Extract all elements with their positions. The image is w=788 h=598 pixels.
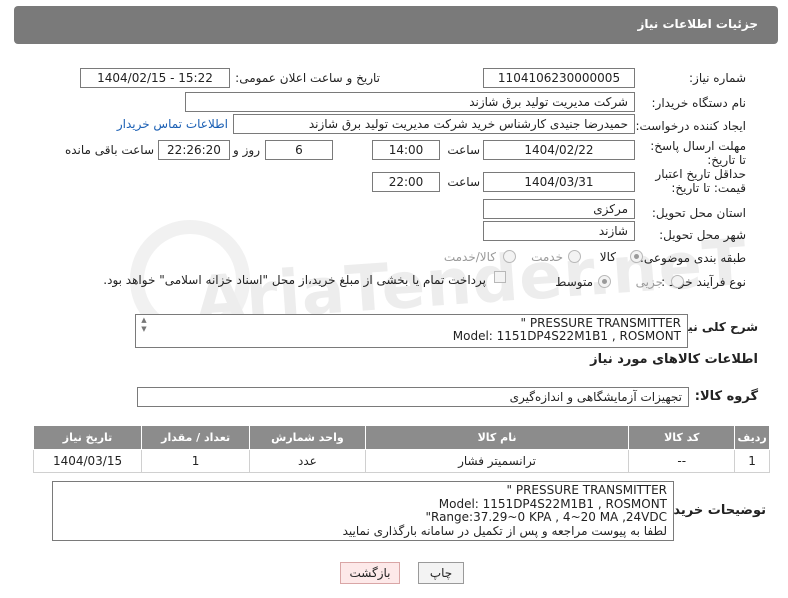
city-field: شازند <box>483 221 635 241</box>
process-radio-minor[interactable] <box>671 275 684 288</box>
treasury-payment-checkbox[interactable] <box>494 271 506 283</box>
col-name: نام کالا <box>364 425 630 450</box>
reply-time-label: ساعت <box>447 143 480 157</box>
description-textarea[interactable]: " PRESSURE TRANSMITTER Model: 1151DP4S22… <box>135 314 688 348</box>
table-row: 1 -- ترانسمیتر فشار عدد 1 1404/03/15 <box>32 449 770 473</box>
goods-table: ردیف کد کالا نام کالا واحد شمارش تعداد /… <box>32 425 770 473</box>
price-validity-label: حداقل تاریخ اعتبار قیمت: تا تاریخ: <box>655 167 746 195</box>
category-option-service: خدمت <box>531 250 563 264</box>
back-button[interactable]: بازگشت <box>340 562 400 584</box>
category-radio-goods[interactable] <box>630 250 643 263</box>
print-button[interactable]: چاپ <box>418 562 464 584</box>
description-scroll-arrows[interactable]: ▲ ▼ <box>137 316 151 334</box>
announce-datetime-label: تاریخ و ساعت اعلان عمومی: <box>235 71 380 85</box>
category-option-goods-service: کالا/خدمت <box>443 250 496 264</box>
process-radio-medium[interactable] <box>598 275 611 288</box>
goods-group-field: تجهیزات آزمایشگاهی و اندازه‌گیری <box>137 387 689 407</box>
need-number-field: 1104106230000005 <box>483 68 635 88</box>
buyer-notes-line-4: لطفا به پیوست مراجعه و پس از تکمیل در سا… <box>342 523 667 538</box>
buyer-notes-line-2: Model: 1151DP4S22M1B1 , ROSMONT <box>438 496 667 511</box>
category-radio-goods-service[interactable] <box>503 250 516 263</box>
col-qty: تعداد / مقدار <box>141 425 251 450</box>
cell-date: 1404/03/15 <box>32 449 143 473</box>
cell-name: ترانسمیتر فشار <box>364 449 630 473</box>
city-label: شهر محل تحویل: <box>659 228 746 242</box>
price-validity-time-field: 22:00 <box>372 172 440 192</box>
treasury-payment-note: پرداخت تمام یا بخشی از مبلغ خرید،از محل … <box>103 273 486 287</box>
category-radio-service[interactable] <box>568 250 581 263</box>
requester-label: ایجاد کننده درخواست: <box>635 119 746 133</box>
province-field: مرکزی <box>483 199 635 219</box>
requester-field: حمیدرضا جنیدی کارشناس خرید شرکت مدیریت ت… <box>233 114 635 134</box>
goods-table-header: ردیف کد کالا نام کالا واحد شمارش تعداد /… <box>32 425 770 450</box>
description-line-2: Model: 1151DP4S22M1B1 , ROSMONT <box>452 329 681 343</box>
reply-days-label: روز و <box>233 143 260 157</box>
process-option-minor: جزیی <box>635 275 663 289</box>
page-title: جزئیات اطلاعات نیاز <box>637 17 758 31</box>
process-option-medium: متوسط <box>555 275 593 289</box>
price-validity-date-field: 1404/03/31 <box>483 172 635 192</box>
reply-date-field: 1404/02/22 <box>483 140 635 160</box>
province-label: استان محل تحویل: <box>651 206 746 220</box>
buyer-notes-textarea[interactable]: " PRESSURE TRANSMITTER Model: 1151DP4S22… <box>52 481 674 541</box>
price-validity-time-label: ساعت <box>447 175 480 189</box>
goods-section-title: اطلاعات کالاهای مورد نیاز <box>590 352 758 367</box>
category-option-goods: کالا <box>599 250 616 264</box>
need-number-label: شماره نیاز: <box>689 71 746 85</box>
cell-code: -- <box>628 449 736 473</box>
col-unit: واحد شمارش <box>249 425 366 450</box>
reply-deadline-label: مهلت ارسال پاسخ: تا تاریخ: <box>650 139 746 167</box>
buyer-org-label: نام دستگاه خریدار: <box>651 96 747 110</box>
col-row: ردیف <box>734 425 770 450</box>
buyer-notes-line-3: "Range:37.29~0 KPA , 4~20 MA ,24VDC <box>425 510 667 524</box>
buyer-org-field: شرکت مدیریت تولید برق شازند <box>185 92 635 112</box>
category-label: طبقه بندی موضوعی: <box>639 251 746 265</box>
cell-qty: 1 <box>141 449 251 473</box>
goods-group-label: گروه کالا: <box>694 389 758 404</box>
cell-row: 1 <box>734 449 770 473</box>
col-code: کد کالا <box>628 425 736 450</box>
reply-time-field: 14:00 <box>372 140 440 160</box>
page-header: جزئیات اطلاعات نیاز <box>14 6 778 44</box>
buyer-notes-line-1: " PRESSURE TRANSMITTER <box>506 483 668 497</box>
col-date: تاریخ نیاز <box>32 425 143 450</box>
buyer-contact-link[interactable]: اطلاعات تماس خریدار <box>117 117 228 131</box>
announce-datetime-field: 1404/02/15 - 15:22 <box>80 68 230 88</box>
reply-remaining-label: ساعت باقی مانده <box>64 143 154 157</box>
reply-days-field: 6 <box>265 140 333 160</box>
reply-remaining-field: 22:26:20 <box>158 140 230 160</box>
cell-unit: عدد <box>249 449 366 473</box>
